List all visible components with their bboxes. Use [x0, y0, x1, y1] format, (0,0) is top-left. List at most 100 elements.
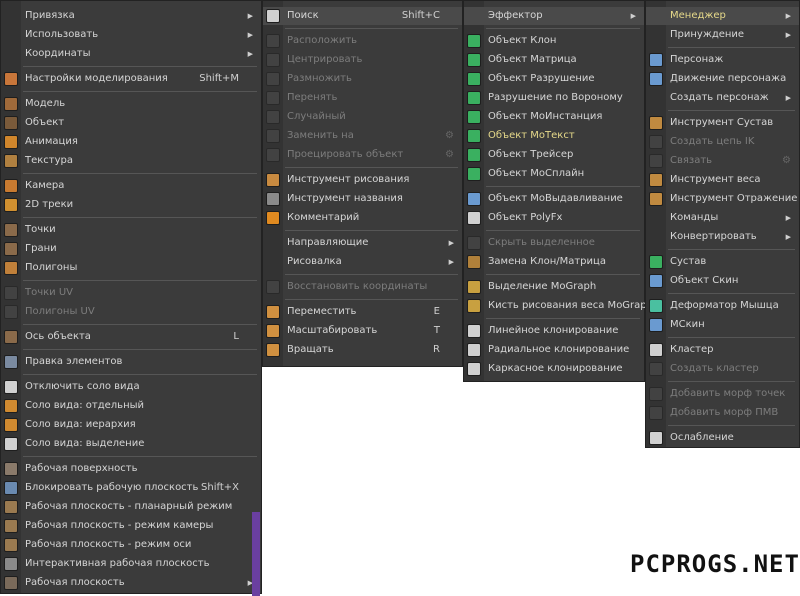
menu-item-fourth-0[interactable]: Менеджер ▶ — [646, 7, 799, 25]
menu-item-label: Замена Клон/Матрица — [488, 256, 606, 267]
menu-item-second-10[interactable]: Инструмент рисования — [263, 171, 462, 189]
menu-item-fourth-27[interactable]: Ослабление — [646, 429, 799, 447]
menu-item-label: Направляющие — [287, 237, 369, 248]
object-axis-icon — [4, 330, 18, 344]
menu-item-main-31[interactable]: Блокировать рабочую плоскость Shift+X — [1, 479, 261, 497]
menu-item-main-15[interactable]: Грани — [1, 240, 261, 258]
menu-item-main-7[interactable]: Объект — [1, 114, 261, 132]
menu-item-fourth-16[interactable]: Объект Скин — [646, 272, 799, 290]
menu-second: Поиск Shift+C Расположить Центрировать Размн… — [262, 0, 463, 367]
shortcut-label: E — [433, 306, 440, 317]
menu-item-label: Рисовалка — [287, 256, 342, 267]
duplicate-icon — [266, 72, 280, 86]
menu-item-fourth-11[interactable]: Инструмент Отражение — [646, 190, 799, 208]
linear-clone-icon — [467, 324, 481, 338]
menu-item-main-0[interactable]: Привязка ▶ — [1, 7, 261, 25]
menu-item-main-36[interactable]: Рабочая плоскость ▶ — [1, 574, 261, 592]
menu-item-label: Модель — [25, 98, 66, 109]
menu-item-label: Команды — [670, 212, 719, 223]
menu-item-third-12[interactable]: Объект PolyFx — [464, 209, 644, 227]
menu-separator — [668, 337, 795, 338]
menu-item-second-15[interactable]: Рисовалка ▶ — [263, 253, 462, 271]
menu-item-third-6[interactable]: Объект МоИнстанция — [464, 108, 644, 126]
menu-item-main-33[interactable]: Рабочая плоскость - режим камеры — [1, 517, 261, 535]
menu-item-main-1[interactable]: Использовать ▶ — [1, 26, 261, 44]
edges-icon — [4, 242, 18, 256]
menu-item-fourth-3[interactable]: Персонаж — [646, 51, 799, 69]
menu-item-third-18[interactable]: Кисть рисования веса MoGraph — [464, 297, 653, 315]
menu-item-main-21[interactable]: Ось объекта L — [1, 328, 261, 346]
menu-item-fourth-4[interactable]: Движение персонажа — [646, 70, 799, 88]
menu-item-second-7: Заменить на ⚙ — [263, 127, 462, 145]
menu-item-main-28[interactable]: Соло вида: выделение — [1, 435, 261, 453]
menu-item-fourth-18[interactable]: Деформатор Мышца — [646, 297, 799, 315]
menu-item-main-4[interactable]: Настройки моделирования Shift+M — [1, 70, 261, 88]
menu-item-fourth-10[interactable]: Инструмент веса — [646, 171, 799, 189]
menu-item-main-9[interactable]: Текстура — [1, 152, 261, 170]
hide-selected-icon — [467, 236, 481, 250]
menu-item-third-21[interactable]: Радиальное клонирование — [464, 341, 644, 359]
submenu-arrow-icon: ▶ — [785, 94, 791, 102]
menu-item-second-3: Центрировать — [263, 51, 462, 69]
menu-item-fourth-21[interactable]: Кластер — [646, 341, 799, 359]
menu-item-fourth-12[interactable]: Команды ▶ — [646, 209, 799, 227]
menu-item-second-11[interactable]: Инструмент названия — [263, 190, 462, 208]
menu-item-fourth-1[interactable]: Принуждение ▶ — [646, 26, 799, 44]
menu-item-main-2[interactable]: Координаты ▶ — [1, 45, 261, 63]
menu-item-label: Объект Матрица — [488, 54, 577, 65]
menu-item-second-12[interactable]: Комментарий — [263, 209, 462, 227]
menu-item-second-19[interactable]: Переместить E — [263, 303, 462, 321]
menu-item-third-11[interactable]: Объект МоВыдавливание — [464, 190, 644, 208]
menu-item-label: 2D треки — [25, 199, 74, 210]
menu-item-third-7[interactable]: Объект МоТекст — [464, 127, 644, 145]
menu-item-main-12[interactable]: 2D треки — [1, 196, 261, 214]
menu-item-main-23[interactable]: Правка элементов — [1, 353, 261, 371]
menu-item-third-20[interactable]: Линейное клонирование — [464, 322, 644, 340]
menu-item-main-8[interactable]: Анимация — [1, 133, 261, 151]
menu-item-fourth-15[interactable]: Сустав — [646, 253, 799, 271]
menu-item-third-2[interactable]: Объект Клон — [464, 32, 644, 50]
menu-item-main-26[interactable]: Соло вида: отдельный — [1, 397, 261, 415]
menu-item-fourth-7[interactable]: Инструмент Сустав — [646, 114, 799, 132]
edit-elements-icon — [4, 355, 18, 369]
menu-item-second-0[interactable]: Поиск Shift+C — [263, 7, 462, 25]
menu-item-third-15[interactable]: Замена Клон/Матрица — [464, 253, 644, 271]
menu-item-label: Правка элементов — [25, 356, 123, 367]
menu-item-main-6[interactable]: Модель — [1, 95, 261, 113]
transfer-icon — [266, 91, 280, 105]
menu-item-main-11[interactable]: Камера — [1, 177, 261, 195]
menu-item-third-3[interactable]: Объект Матрица — [464, 51, 644, 69]
menu-item-label: Создать цепь IK — [670, 136, 755, 147]
center-icon — [266, 53, 280, 67]
menu-item-third-0[interactable]: Эффектор ▶ — [464, 7, 644, 25]
menu-item-main-25[interactable]: Отключить соло вида — [1, 378, 261, 396]
moextrude-icon — [467, 192, 481, 206]
menu-item-label: Связать — [670, 155, 713, 166]
menu-separator — [23, 217, 257, 218]
menu-item-fourth-5[interactable]: Создать персонаж ▶ — [646, 89, 799, 107]
menu-item-second-20[interactable]: Масштабировать T — [263, 322, 462, 340]
menu-item-label: Грани — [25, 243, 57, 254]
submenu-arrow-icon: ▶ — [785, 214, 791, 222]
menu-item-main-27[interactable]: Соло вида: иерархия — [1, 416, 261, 434]
replace-icon — [266, 129, 280, 143]
menu-item-main-34[interactable]: Рабочая плоскость - режим оси — [1, 536, 261, 554]
menu-item-main-32[interactable]: Рабочая плоскость - планарный режим — [1, 498, 261, 516]
menu-item-label: Проецировать объект — [287, 149, 404, 160]
menu-item-fourth-19[interactable]: МСкин — [646, 316, 799, 334]
menu-item-fourth-13[interactable]: Конвертировать ▶ — [646, 228, 799, 246]
menu-item-third-5[interactable]: Разрушение по Вороному — [464, 89, 644, 107]
scale-icon — [266, 324, 280, 338]
menu-item-main-14[interactable]: Точки — [1, 221, 261, 239]
menu-item-main-35[interactable]: Интерактивная рабочая плоскость — [1, 555, 261, 573]
menu-item-second-14[interactable]: Направляющие ▶ — [263, 234, 462, 252]
menu-item-main-16[interactable]: Полигоны — [1, 259, 261, 277]
menu-item-third-4[interactable]: Объект Разрушение — [464, 70, 644, 88]
menu-item-third-17[interactable]: Выделение MoGraph — [464, 278, 644, 296]
menu-item-third-9[interactable]: Объект МоСплайн — [464, 165, 644, 183]
menu-item-third-8[interactable]: Объект Трейсер — [464, 146, 644, 164]
menu-item-third-22[interactable]: Каркасное клонирование — [464, 360, 644, 378]
menu-item-label: Объект Разрушение — [488, 73, 595, 84]
menu-item-second-21[interactable]: Вращать R — [263, 341, 462, 359]
menu-item-main-30[interactable]: Рабочая поверхность — [1, 460, 261, 478]
